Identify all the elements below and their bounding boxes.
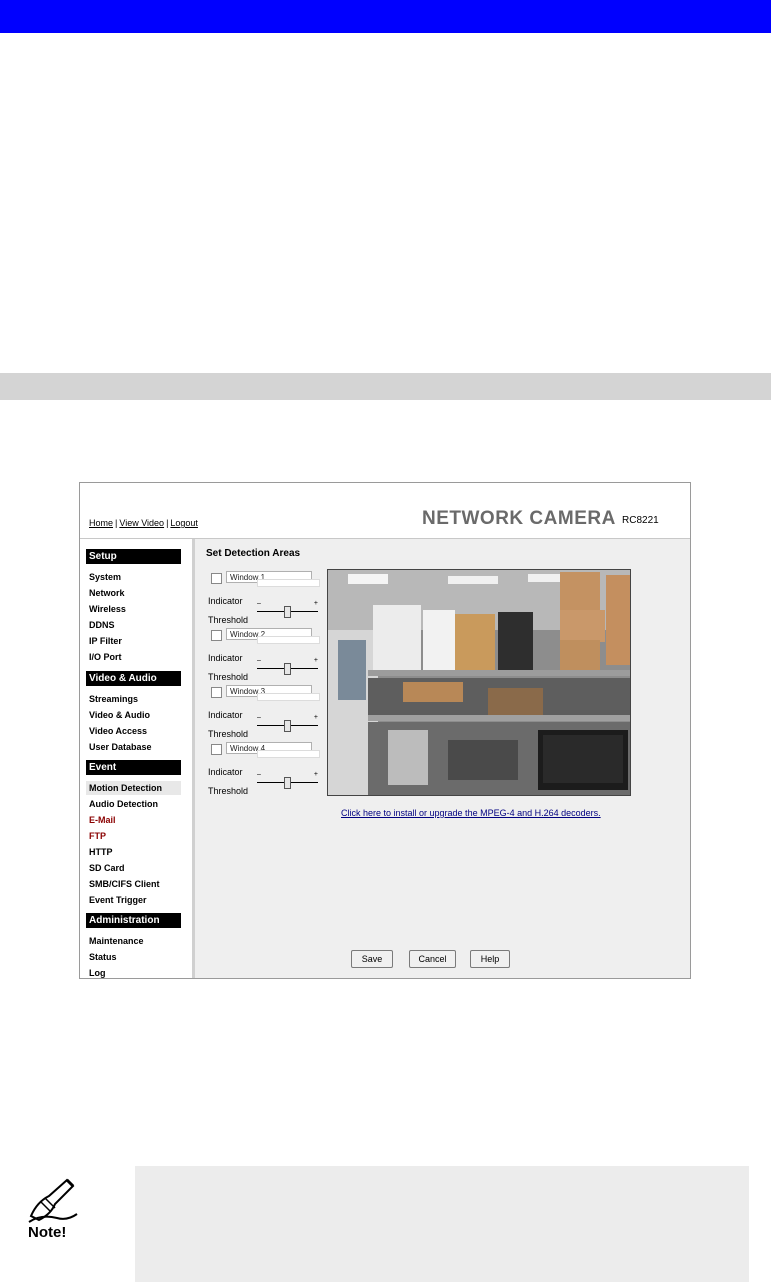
slider-minus: – xyxy=(257,600,261,607)
camera-header: Home | View Video | Logout NETWORK CAMERA RC… xyxy=(80,483,690,539)
indicator-label: Indicator xyxy=(208,596,243,606)
sidebar-item-streamings[interactable]: Streamings xyxy=(89,694,138,704)
window-3-indicator-bar xyxy=(257,693,320,701)
sidebar-section-administration: Administration xyxy=(86,913,181,928)
window-4-indicator-bar xyxy=(257,750,320,758)
sidebar-item-io-port[interactable]: I/O Port xyxy=(89,652,122,662)
indicator-label: Indicator xyxy=(208,710,243,720)
note-label: Note! xyxy=(28,1224,67,1241)
link-separator: | xyxy=(115,518,118,528)
model-number: RC8221 xyxy=(622,515,659,526)
section-gray-bar xyxy=(0,373,771,400)
page-title: Set Detection Areas xyxy=(206,548,301,559)
sidebar-item-smb-cifs-client[interactable]: SMB/CIFS Client xyxy=(89,879,160,889)
window-4-threshold-slider[interactable]: – + xyxy=(257,771,318,789)
window-4-checkbox[interactable] xyxy=(211,744,222,755)
sidebar-item-ftp[interactable]: FTP xyxy=(89,831,106,841)
sidebar-item-user-database[interactable]: User Database xyxy=(89,742,152,752)
home-link[interactable]: Home xyxy=(89,518,113,528)
sidebar-item-event-trigger[interactable]: Event Trigger xyxy=(89,895,147,905)
sidebar-item-email[interactable]: E-Mail xyxy=(89,815,116,825)
slider-minus: – xyxy=(257,657,261,664)
sidebar-item-http[interactable]: HTTP xyxy=(89,847,113,857)
indicator-label: Indicator xyxy=(208,653,243,663)
note-icon: Note! xyxy=(27,1172,79,1252)
slider-knob[interactable] xyxy=(284,720,291,732)
save-button[interactable]: Save xyxy=(351,950,393,968)
sidebar-item-audio-detection[interactable]: Audio Detection xyxy=(89,799,158,809)
live-video-view[interactable] xyxy=(327,569,631,796)
window-2-threshold-slider[interactable]: – + xyxy=(257,657,318,675)
indicator-label: Indicator xyxy=(208,767,243,777)
window-1-threshold-slider[interactable]: – + xyxy=(257,600,318,618)
sidebar-item-ddns[interactable]: DDNS xyxy=(89,620,115,630)
main-content: Set Detection Areas Window 1 Indicator T… xyxy=(195,539,690,978)
sidebar-item-wireless[interactable]: Wireless xyxy=(89,604,126,614)
link-separator: | xyxy=(166,518,169,528)
sidebar-section-event: Event xyxy=(86,760,181,775)
brand-title: NETWORK CAMERA xyxy=(422,508,616,529)
threshold-label: Threshold xyxy=(208,786,249,796)
slider-minus: – xyxy=(257,771,261,778)
note-box xyxy=(135,1166,749,1282)
window-2-indicator-bar xyxy=(257,636,320,644)
sidebar-item-system[interactable]: System xyxy=(89,572,121,582)
sidebar-item-video-access[interactable]: Video Access xyxy=(89,726,147,736)
window-1-indicator-bar xyxy=(257,579,320,587)
slider-plus: + xyxy=(313,771,318,778)
slider-knob[interactable] xyxy=(284,777,291,789)
sidebar-item-ip-filter[interactable]: IP Filter xyxy=(89,636,122,646)
slider-minus: – xyxy=(257,714,261,721)
cancel-button[interactable]: Cancel xyxy=(409,950,456,968)
sidebar-section-setup: Setup xyxy=(86,549,181,564)
sidebar-item-maintenance[interactable]: Maintenance xyxy=(89,936,144,946)
window-2-checkbox[interactable] xyxy=(211,630,222,641)
window-1-checkbox[interactable] xyxy=(211,573,222,584)
camera-web-ui-screenshot: Home | View Video | Logout NETWORK CAMERA RC… xyxy=(79,482,691,979)
top-links: Home | View Video | Logout xyxy=(89,518,198,528)
logout-link[interactable]: Logout xyxy=(170,518,198,528)
sidebar-item-video-audio[interactable]: Video & Audio xyxy=(89,710,150,720)
sidebar-item-log[interactable]: Log xyxy=(89,968,106,978)
threshold-label: Threshold xyxy=(208,615,249,625)
decoder-install-link[interactable]: Click here to install or upgrade the MPE… xyxy=(341,808,601,818)
sidebar-item-status[interactable]: Status xyxy=(89,952,117,962)
window-3-threshold-slider[interactable]: – + xyxy=(257,714,318,732)
top-blue-bar xyxy=(0,0,771,33)
threshold-label: Threshold xyxy=(208,672,249,682)
view-video-link[interactable]: View Video xyxy=(119,518,164,528)
slider-knob[interactable] xyxy=(284,606,291,618)
slider-knob[interactable] xyxy=(284,663,291,675)
help-button[interactable]: Help xyxy=(470,950,510,968)
sidebar-item-sd-card[interactable]: SD Card xyxy=(89,863,125,873)
sidebar-section-video-audio: Video & Audio xyxy=(86,671,181,686)
video-frame-image xyxy=(328,570,630,795)
slider-plus: + xyxy=(313,600,318,607)
sidebar-item-network[interactable]: Network xyxy=(89,588,125,598)
sidebar-item-motion-detection[interactable]: Motion Detection xyxy=(86,781,181,795)
threshold-label: Threshold xyxy=(208,729,249,739)
window-3-checkbox[interactable] xyxy=(211,687,222,698)
slider-plus: + xyxy=(313,657,318,664)
sidebar: Setup System Network Wireless DDNS IP Fi… xyxy=(80,539,195,978)
slider-plus: + xyxy=(313,714,318,721)
